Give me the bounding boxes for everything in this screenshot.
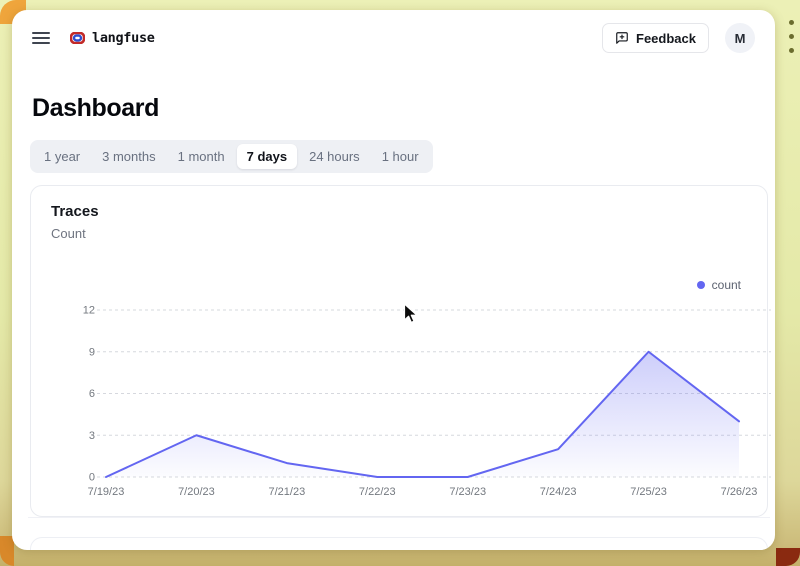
y-tick-label: 0 bbox=[89, 472, 95, 484]
tab-7-days[interactable]: 7 days bbox=[237, 144, 297, 169]
tab-1-month[interactable]: 1 month bbox=[168, 144, 235, 169]
y-tick-label: 3 bbox=[89, 430, 95, 442]
x-tick-label: 7/22/23 bbox=[359, 486, 396, 498]
tab-24-hours[interactable]: 24 hours bbox=[299, 144, 370, 169]
frame-dots-decoration bbox=[789, 20, 794, 53]
x-tick-label: 7/24/23 bbox=[540, 486, 577, 498]
y-tick-label: 12 bbox=[83, 305, 95, 317]
chart-title: Traces bbox=[51, 203, 99, 220]
gif-decorative-frame: langfuse Feedback M Dashboard bbox=[0, 0, 800, 566]
next-card-peek bbox=[30, 537, 768, 550]
time-range-tabs: 1 year3 months1 month7 days24 hours1 hou… bbox=[30, 140, 433, 173]
tab-1-hour[interactable]: 1 hour bbox=[372, 144, 429, 169]
tab-3-months[interactable]: 3 months bbox=[92, 144, 165, 169]
x-tick-label: 7/20/23 bbox=[178, 486, 215, 498]
avatar-initial: M bbox=[735, 31, 746, 46]
x-tick-label: 7/26/23 bbox=[721, 486, 758, 498]
y-tick-label: 6 bbox=[89, 388, 95, 400]
brand-logo[interactable]: langfuse bbox=[70, 30, 155, 46]
traces-chart-card: Traces Count count 0 3 6 9 12 7/19/23 7/20/23 7… bbox=[30, 185, 768, 517]
area-fill bbox=[106, 352, 739, 477]
chart-legend: count bbox=[697, 278, 741, 292]
tab-1-year[interactable]: 1 year bbox=[34, 144, 90, 169]
legend-dot-icon bbox=[697, 281, 705, 289]
chart-subtitle: Count bbox=[51, 226, 86, 241]
app-window: langfuse Feedback M Dashboard bbox=[12, 10, 775, 550]
x-tick-label: 7/19/23 bbox=[88, 486, 125, 498]
brand-name: langfuse bbox=[92, 30, 155, 46]
x-tick-label: 7/25/23 bbox=[630, 486, 667, 498]
frame-accent-bottom-right bbox=[776, 548, 800, 566]
header-actions: Feedback M bbox=[602, 23, 755, 53]
menu-icon[interactable] bbox=[32, 32, 50, 44]
langfuse-knot-icon bbox=[70, 32, 85, 44]
next-card-divider bbox=[28, 517, 770, 518]
x-tick-label: 7/21/23 bbox=[269, 486, 306, 498]
message-square-plus-icon bbox=[615, 31, 629, 45]
x-tick-label: 7/23/23 bbox=[449, 486, 486, 498]
traces-area-chart: 0 3 6 9 12 7/19/23 7/20/23 7/21/23 7/22/23 7/23/2… bbox=[71, 298, 775, 502]
feedback-label: Feedback bbox=[636, 31, 696, 46]
legend-label: count bbox=[712, 278, 741, 292]
top-navbar: langfuse Feedback M bbox=[12, 10, 775, 66]
page-title: Dashboard bbox=[32, 94, 159, 123]
user-avatar[interactable]: M bbox=[725, 23, 755, 53]
y-tick-label: 9 bbox=[89, 346, 95, 358]
feedback-button[interactable]: Feedback bbox=[602, 23, 709, 53]
frame-accent-bottom-left bbox=[0, 536, 14, 566]
